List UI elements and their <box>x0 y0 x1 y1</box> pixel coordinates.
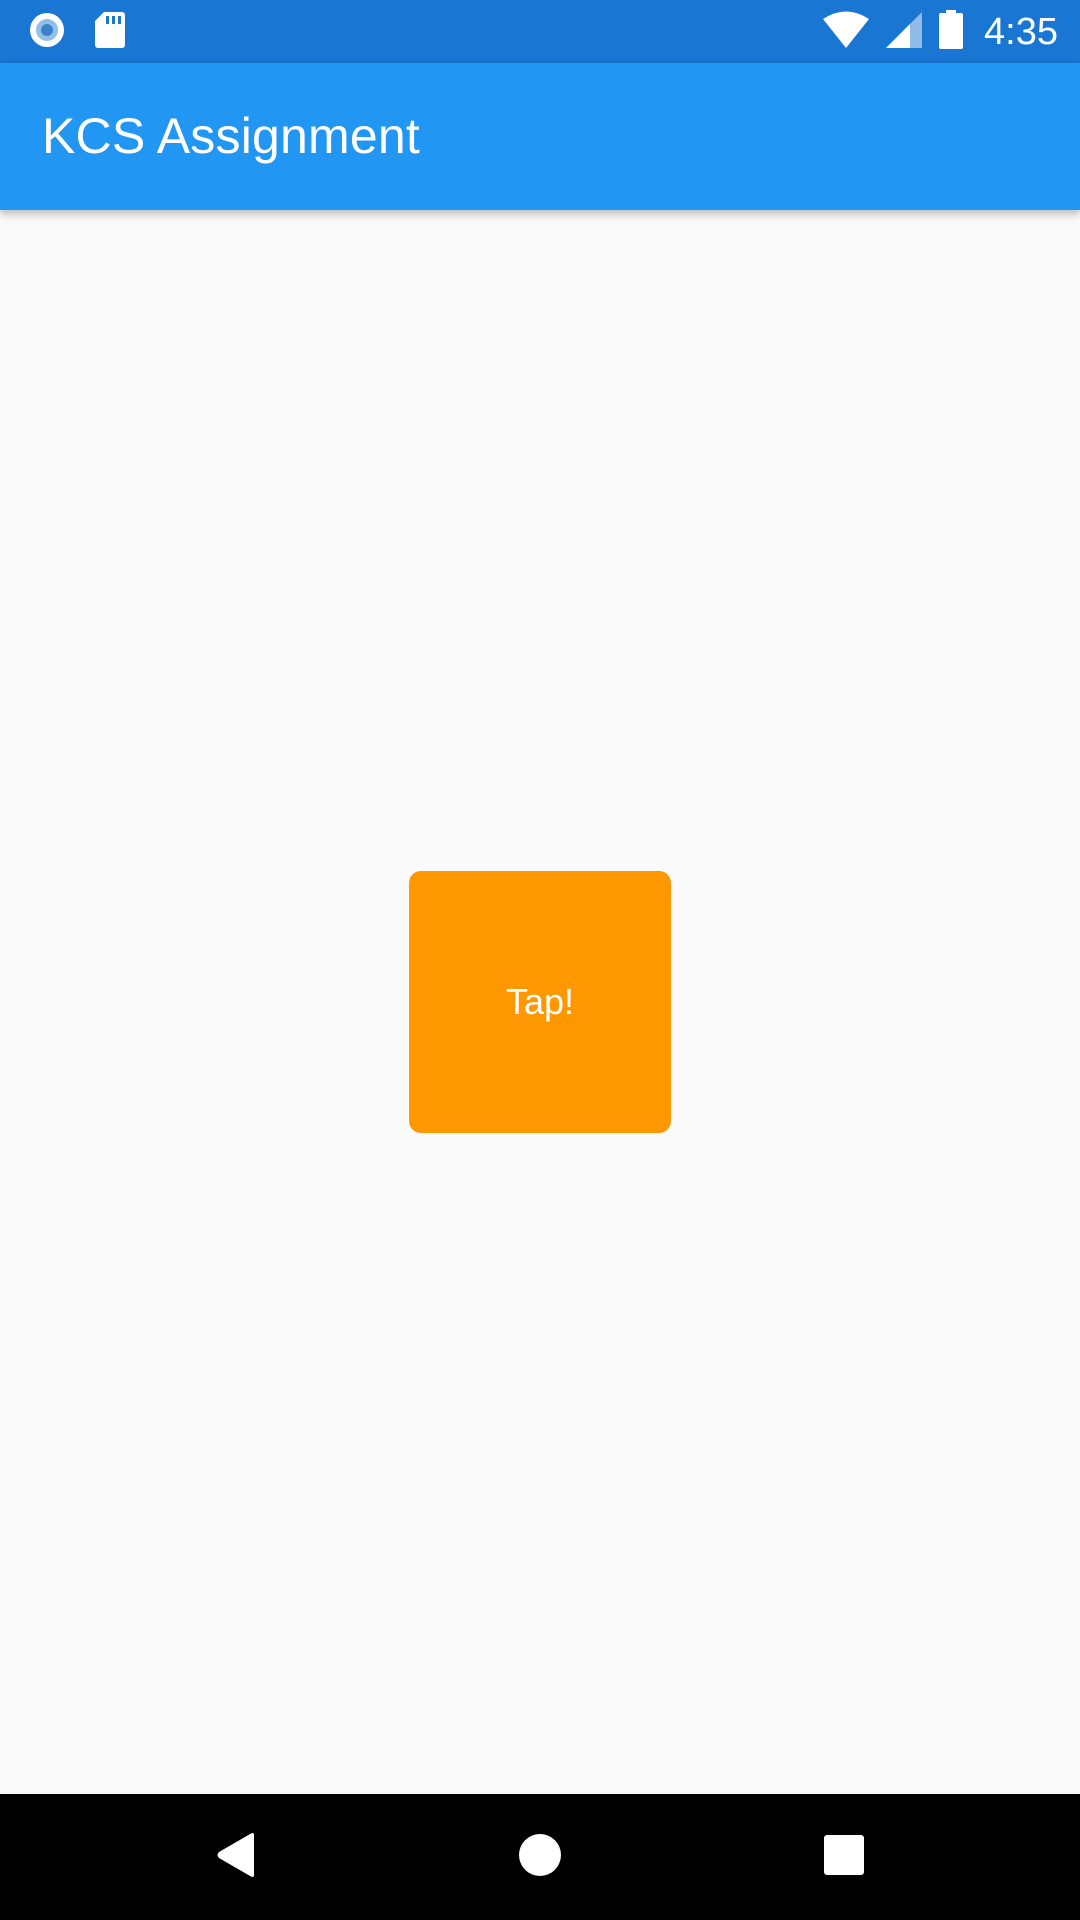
record-icon <box>28 11 66 54</box>
app-bar: KCS Assignment <box>0 63 1080 210</box>
sd-card-icon <box>94 11 126 54</box>
back-icon <box>214 1831 258 1884</box>
navigation-bar <box>0 1794 1080 1920</box>
home-icon <box>518 1833 562 1882</box>
status-time: 4:35 <box>984 10 1058 53</box>
app-title: KCS Assignment <box>42 108 420 164</box>
home-button[interactable] <box>480 1794 600 1920</box>
recents-icon <box>823 1834 865 1881</box>
back-button[interactable] <box>176 1794 296 1920</box>
wifi-icon <box>822 10 870 55</box>
cell-signal-icon <box>884 10 924 55</box>
status-left-icons <box>28 11 126 54</box>
status-right-icons: 4:35 <box>822 9 1058 55</box>
battery-icon <box>938 9 964 55</box>
tap-button[interactable]: Tap! <box>409 871 671 1133</box>
tap-button-label: Tap! <box>505 981 575 1022</box>
recents-button[interactable] <box>784 1794 904 1920</box>
status-bar: 4:35 <box>0 0 1080 63</box>
